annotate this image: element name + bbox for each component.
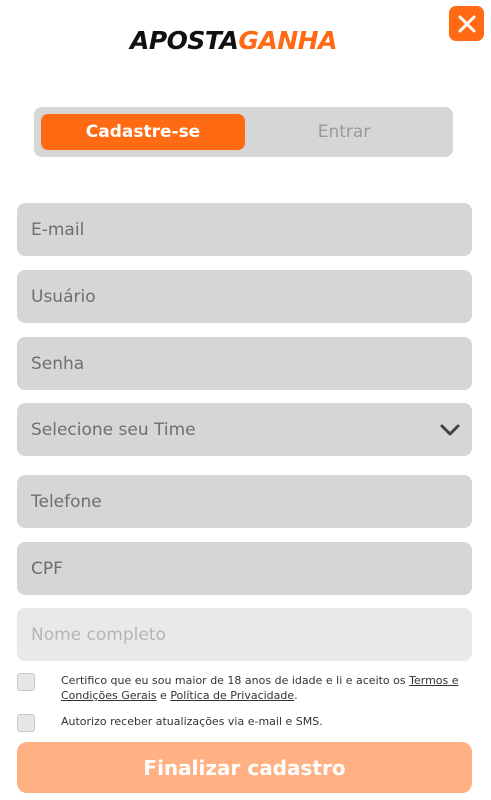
team-select[interactable]: Selecione seu Time [17, 403, 472, 456]
age-terms-checkbox[interactable] [17, 673, 35, 691]
email-input[interactable] [31, 203, 472, 256]
close-button[interactable] [449, 6, 484, 41]
auth-tabs: Cadastre-se Entrar [34, 107, 453, 157]
chevron-down-icon [440, 424, 460, 436]
username-field[interactable] [17, 270, 472, 323]
privacy-link[interactable]: Política de Privacidade [170, 689, 294, 702]
age-terms-prefix: Certifico que eu sou maior de 18 anos de… [61, 674, 410, 687]
signup-modal: APOSTAGANHA Cadastre-se Entrar Selecione… [0, 0, 491, 800]
updates-text: Autorizo receber atualizações via e-mail… [61, 715, 323, 728]
cpf-input[interactable] [31, 542, 472, 595]
fullname-field[interactable] [17, 608, 472, 661]
phone-input[interactable] [31, 475, 472, 528]
age-terms-consent: Certifico que eu sou maior de 18 anos de… [17, 673, 472, 703]
age-terms-period: . [294, 689, 298, 702]
username-input[interactable] [31, 270, 472, 323]
brand-logo: APOSTAGANHA [130, 26, 362, 56]
phone-field[interactable] [17, 475, 472, 528]
tab-signup[interactable]: Cadastre-se [41, 114, 245, 150]
age-terms-conjunction: e [156, 689, 171, 702]
updates-consent: Autorizo receber atualizações via e-mail… [17, 714, 472, 732]
updates-checkbox[interactable] [17, 714, 35, 732]
close-icon [458, 15, 475, 32]
logo-part-aposta: APOSTA [130, 26, 239, 55]
email-field[interactable] [17, 203, 472, 256]
logo-part-ganha: GANHA [238, 26, 337, 55]
fullname-input[interactable] [31, 608, 472, 661]
age-terms-text: Certifico que eu sou maior de 18 anos de… [61, 673, 472, 703]
cpf-field[interactable] [17, 542, 472, 595]
tab-login[interactable]: Entrar [242, 114, 446, 150]
finalize-signup-button[interactable]: Finalizar cadastro [17, 742, 472, 793]
team-select-label: Selecione seu Time [31, 419, 196, 440]
password-input[interactable] [31, 337, 472, 390]
password-field[interactable] [17, 337, 472, 390]
